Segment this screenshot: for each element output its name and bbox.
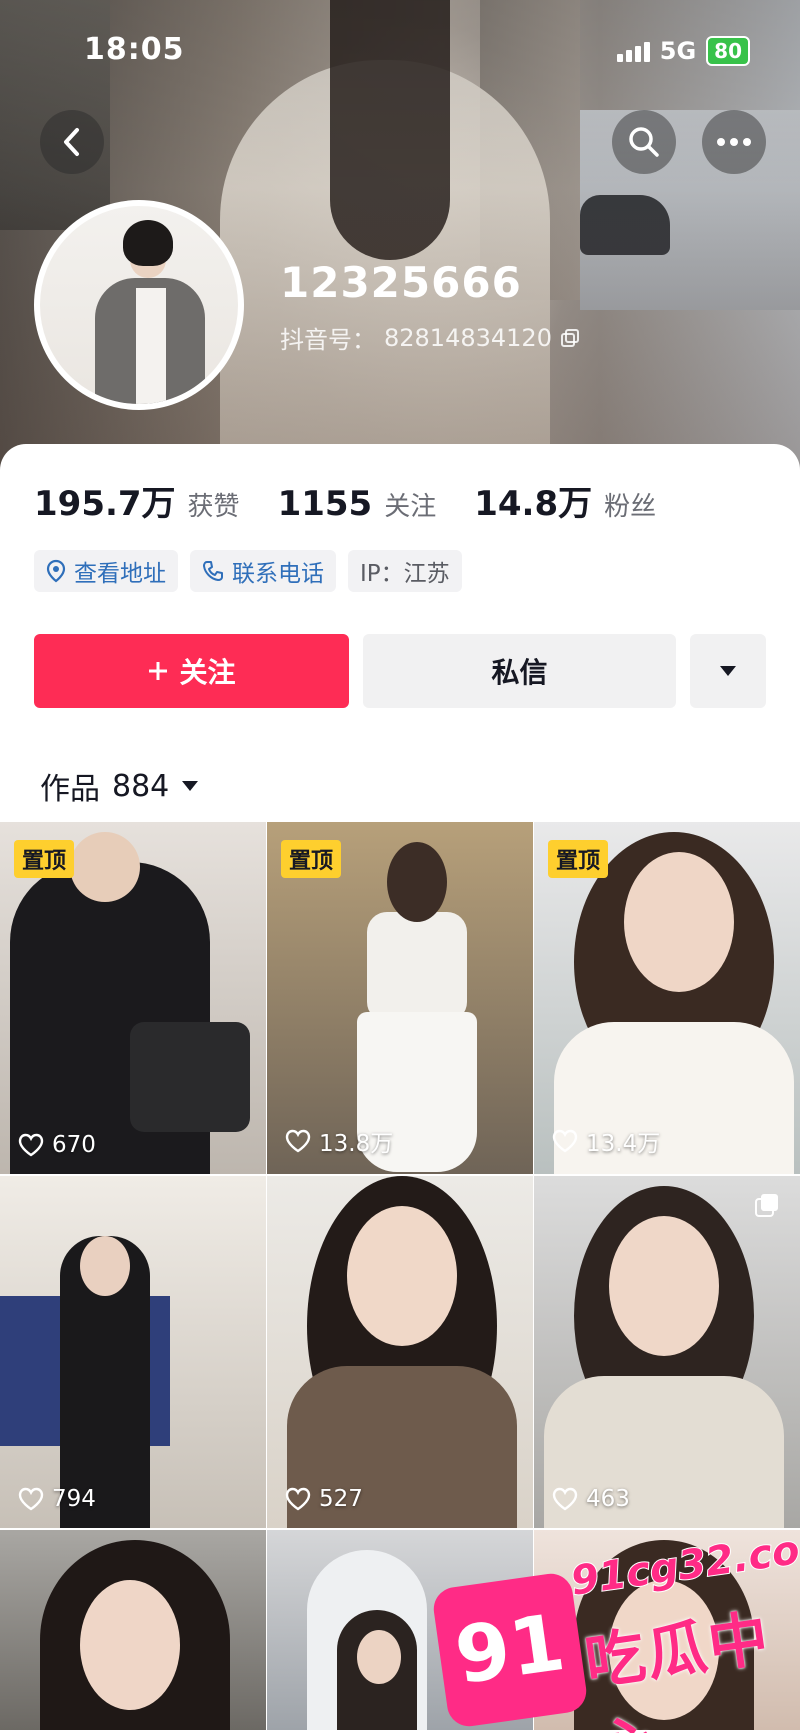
video-likes: 13.4万 — [552, 1124, 660, 1158]
works-tab-count: 884 — [112, 768, 170, 804]
contact-phone-tag[interactable]: 联系电话 — [190, 550, 336, 592]
pinned-badge: 置顶 — [14, 840, 75, 878]
video-likes: 794 — [18, 1486, 96, 1512]
caret-down-icon — [720, 666, 736, 676]
douyin-id-value: 82814834120 — [384, 323, 552, 352]
following-label[interactable]: 关注 — [384, 486, 436, 523]
view-address-tag[interactable]: 查看地址 — [34, 550, 178, 592]
profile-actions: 关注 私信 — [34, 634, 766, 708]
watermark: 91 91cg32.com 吃瓜中心 — [420, 1520, 800, 1733]
pinned-badge: 置顶 — [281, 840, 342, 878]
message-button[interactable]: 私信 — [363, 634, 676, 708]
followers-label[interactable]: 粉丝 — [604, 486, 656, 523]
tab-works[interactable]: 作品 884 — [40, 764, 199, 808]
follow-button[interactable]: 关注 — [34, 634, 349, 708]
video-thumbnail[interactable]: 置顶 13.4万 — [534, 822, 800, 1174]
battery-level: 80 — [706, 36, 750, 66]
video-likes: 13.8万 — [285, 1124, 393, 1158]
signal-icon — [616, 40, 650, 62]
search-button[interactable] — [612, 110, 676, 174]
caret-down-icon — [182, 781, 199, 791]
watermark-text: 吃瓜中心 — [580, 1603, 775, 1733]
likes-label: 获赞 — [187, 492, 240, 522]
view-address-label: 查看地址 — [74, 561, 166, 587]
video-thumbnail[interactable] — [0, 1530, 266, 1730]
profile-tags: 查看地址 联系电话 IP：江苏 — [34, 550, 462, 592]
contact-phone-label: 联系电话 — [232, 561, 324, 587]
watermark-logo: 91 — [430, 1570, 590, 1730]
profile-nickname: 12325666 — [280, 258, 522, 307]
ip-location-tag: IP：江苏 — [348, 550, 462, 592]
video-likes-count: 794 — [52, 1486, 96, 1512]
copy-icon[interactable] — [560, 328, 580, 348]
heart-icon — [285, 1129, 311, 1153]
recommend-dropdown-button[interactable] — [690, 634, 766, 708]
video-thumbnail[interactable]: 置顶 670 — [0, 822, 266, 1174]
works-tab-label: 作品 — [40, 772, 100, 807]
video-likes: 463 — [552, 1486, 630, 1512]
video-likes-count: 670 — [52, 1132, 96, 1158]
network-type: 5G — [659, 37, 697, 65]
video-likes-count: 463 — [586, 1486, 630, 1512]
following-count[interactable]: 1155 — [278, 484, 373, 524]
phone-icon — [203, 561, 223, 581]
heart-icon — [18, 1133, 44, 1157]
video-likes-count: 527 — [319, 1486, 363, 1512]
follow-label: 关注 — [179, 656, 236, 689]
pinned-badge: 置顶 — [548, 840, 609, 878]
video-likes-count: 13.8万 — [319, 1131, 394, 1157]
douyin-id-label: 抖音号： — [280, 326, 376, 354]
multi-image-icon — [755, 1194, 778, 1217]
search-icon — [629, 127, 659, 157]
heart-icon — [285, 1487, 311, 1511]
followers-count[interactable]: 14.8万 — [474, 476, 592, 525]
location-pin-icon — [46, 559, 66, 583]
plus-icon — [149, 662, 168, 680]
ip-location-label: IP：江苏 — [360, 561, 450, 587]
video-likes: 527 — [285, 1486, 363, 1512]
more-button[interactable] — [702, 110, 766, 174]
back-button[interactable] — [40, 110, 104, 174]
video-likes: 670 — [18, 1132, 96, 1158]
heart-icon — [18, 1487, 44, 1511]
video-thumbnail[interactable]: 463 — [534, 1176, 800, 1528]
status-indicators: 5G 80 — [616, 36, 750, 66]
heart-icon — [552, 1487, 578, 1511]
heart-icon — [552, 1129, 578, 1153]
douyin-id: 抖音号： 82814834120 — [280, 320, 580, 355]
more-dots-icon — [717, 138, 751, 146]
video-thumbnail[interactable]: 794 — [0, 1176, 266, 1528]
message-label: 私信 — [491, 656, 548, 689]
avatar[interactable] — [34, 200, 244, 410]
status-time: 18:05 — [84, 32, 185, 67]
profile-stats: 195.7万 获赞 1155 关注 14.8万 粉丝 — [34, 476, 682, 525]
video-thumbnail[interactable]: 置顶 13.8万 — [267, 822, 533, 1174]
likes-count: 195.7万 — [34, 484, 176, 524]
video-thumbnail[interactable]: 527 — [267, 1176, 533, 1528]
video-likes-count: 13.4万 — [586, 1131, 661, 1157]
chevron-left-icon — [64, 128, 79, 156]
